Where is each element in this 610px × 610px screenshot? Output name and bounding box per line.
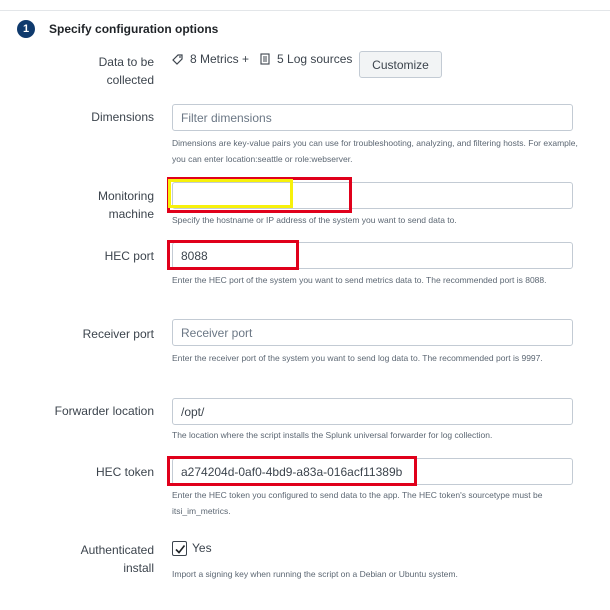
metrics-count: 8 Metrics +: [190, 52, 250, 66]
log-sources-count: 5 Log sources: [277, 52, 353, 66]
highlight-hec-token: [167, 456, 417, 486]
checkmark-icon: [174, 544, 185, 554]
dimensions-label: Dimensions: [91, 110, 154, 124]
forwarder-location-input[interactable]: /opt/: [172, 398, 573, 425]
tag-icon: [172, 53, 184, 65]
authenticated-install-label: Authenticated install: [80, 543, 154, 575]
step-title: Specify configuration options: [49, 22, 219, 36]
customize-button[interactable]: Customize: [359, 51, 442, 78]
forwarder-location-label: Forwarder location: [54, 404, 154, 418]
dimensions-input[interactable]: Filter dimensions: [172, 104, 573, 131]
hec-token-label: HEC token: [95, 465, 154, 479]
data-collected-summary: 8 Metrics + 5 Log sources: [172, 52, 352, 66]
monitoring-machine-label: Monitoring machine: [97, 189, 154, 221]
forwarder-location-help: The location where the script installs t…: [172, 430, 493, 440]
highlight-hec-port: [167, 240, 299, 270]
top-divider: [0, 10, 610, 11]
authenticated-install-yes: Yes: [192, 541, 212, 555]
receiver-port-input[interactable]: Receiver port: [172, 319, 573, 346]
document-icon: [259, 53, 271, 65]
hec-token-help: Enter the HEC token you configured to se…: [172, 490, 543, 516]
receiver-port-label: Receiver port: [82, 327, 154, 341]
receiver-port-help: Enter the receiver port of the system yo…: [172, 353, 543, 363]
hec-port-label: HEC port: [104, 249, 154, 263]
authenticated-install-help: Import a signing key when running the sc…: [172, 569, 458, 579]
dimensions-help: Dimensions are key-value pairs you can u…: [172, 138, 578, 164]
monitoring-machine-help: Specify the hostname or IP address of th…: [172, 215, 457, 225]
step-number-badge: 1: [17, 20, 35, 38]
hec-port-help: Enter the HEC port of the system you wan…: [172, 275, 547, 285]
authenticated-install-checkbox[interactable]: [172, 541, 187, 556]
highlight-monitoring-machine-value: [168, 179, 293, 208]
data-collected-label: Data to be collected: [98, 55, 154, 87]
